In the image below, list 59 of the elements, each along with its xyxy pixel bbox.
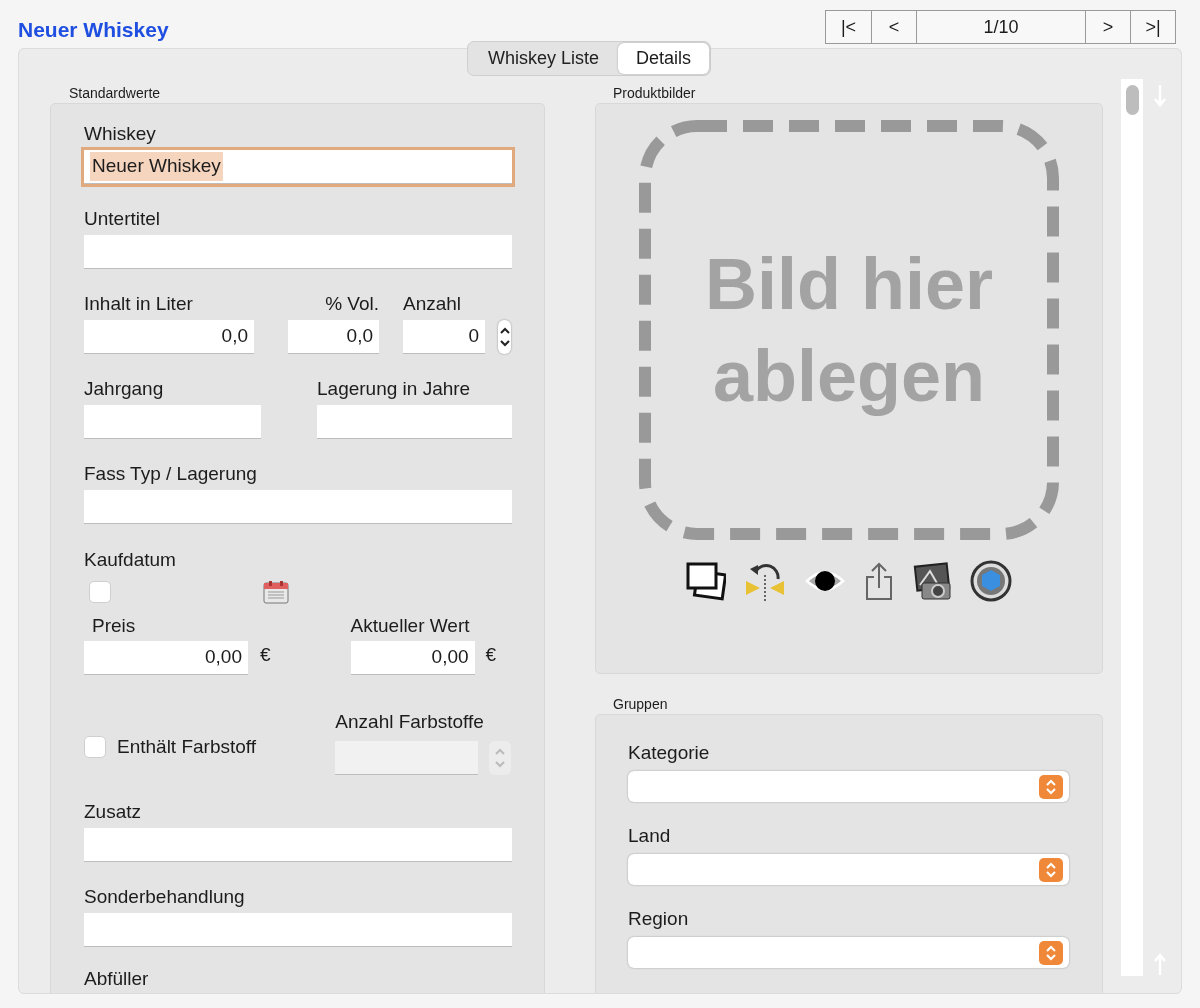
dropdown[interactable] [628, 937, 1069, 968]
first-button[interactable]: |< [826, 11, 871, 43]
currency-label: € [260, 642, 271, 667]
field-label: Anzahl Farbstoffe [335, 710, 485, 734]
share-icon[interactable] [864, 561, 894, 601]
field-label: Land [628, 824, 672, 848]
scrollbar-thumb[interactable] [1126, 85, 1139, 115]
input-field[interactable] [317, 405, 512, 439]
field-label: Whiskey [84, 122, 157, 146]
last-button[interactable]: >| [1130, 11, 1175, 43]
flip-icon[interactable] [744, 561, 786, 601]
field-label: Kategorie [628, 741, 711, 765]
camera-icon[interactable] [912, 561, 952, 601]
input-field[interactable] [84, 913, 512, 947]
input-field[interactable]: 0,0 [288, 320, 379, 354]
dropdown[interactable] [628, 854, 1069, 885]
checkbox-label: Enthält Farbstoff [117, 734, 257, 759]
drop-zone-text: Bild hier ablegen [703, 243, 994, 418]
field-label: Zusatz [84, 800, 143, 824]
dropdown[interactable] [628, 771, 1069, 802]
field-label: Fass Typ / Lagerung [84, 462, 258, 486]
section-title: Gruppen [613, 695, 669, 714]
input-field[interactable]: 0,00 [350, 641, 475, 675]
input-field[interactable]: 0,00 [84, 641, 248, 675]
field-label: Region [628, 907, 690, 931]
previous-button[interactable]: < [871, 11, 916, 43]
field-label: Aktueller Wert [350, 614, 471, 638]
field-label: Lagerung in Jahre [317, 377, 472, 401]
record-position: 1/10 [916, 11, 1085, 43]
field-label: Inhalt in Liter [84, 292, 194, 316]
input-field[interactable] [84, 405, 261, 439]
field-label: Anzahl [403, 292, 463, 316]
field-label: Sonderbehandlung [84, 885, 246, 909]
field-label: Jahrgang [84, 377, 165, 401]
checkbox[interactable] [84, 735, 106, 758]
photos-icon[interactable] [686, 561, 726, 601]
currency-label: € [485, 642, 497, 667]
calendar-icon[interactable] [263, 580, 289, 604]
next-button[interactable]: > [1085, 11, 1130, 43]
stepper[interactable] [498, 320, 511, 354]
field-label: Untertitel [84, 207, 162, 231]
section-title: Standardwerte [69, 84, 162, 103]
scrollbar-track[interactable] [1121, 79, 1143, 976]
field-label: % Vol. [325, 292, 379, 316]
window-title: Neuer Whiskey [18, 17, 169, 43]
input-field[interactable] [84, 828, 512, 862]
field-label: Abfüller [84, 967, 149, 991]
field-label: Kaufdatum [84, 548, 177, 572]
tab[interactable]: Whiskey Liste [469, 43, 619, 74]
checkbox[interactable] [89, 581, 111, 603]
input-field[interactable]: 0 [403, 320, 485, 354]
aperture-icon[interactable] [970, 560, 1012, 602]
input-field[interactable]: 0,0 [84, 320, 254, 354]
section-title: Produktbilder [613, 84, 697, 103]
field-label: Preis [92, 614, 137, 638]
tab[interactable]: Details [618, 43, 710, 74]
input-field[interactable]: Neuer Whiskey [84, 150, 512, 184]
input-field[interactable] [84, 490, 512, 524]
input-field[interactable] [84, 235, 512, 269]
